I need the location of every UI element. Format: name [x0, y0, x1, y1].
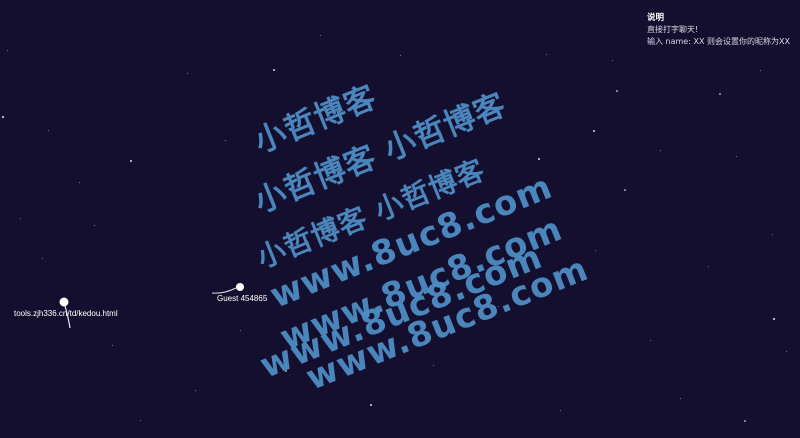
star: [595, 250, 597, 252]
star: [187, 73, 189, 75]
star: [593, 130, 595, 132]
star: [400, 55, 401, 56]
star: [616, 90, 618, 92]
star: [708, 266, 710, 268]
star: [744, 420, 746, 422]
star: [370, 404, 372, 406]
star: [240, 330, 241, 331]
star: [719, 93, 721, 95]
star: [48, 130, 49, 131]
star: [538, 158, 541, 161]
star: [680, 398, 681, 399]
star: [660, 150, 661, 151]
star: [79, 182, 80, 183]
instructions-panel: 说明 直接打字聊天! 输入 name: XX 则会设置你的昵称为XX: [647, 12, 790, 48]
star: [195, 390, 196, 391]
star: [736, 156, 738, 158]
star: [7, 50, 9, 52]
player-name-label: tools.zjh336.cn/td/kedou.html: [14, 309, 118, 318]
instructions-title: 说明: [647, 13, 665, 23]
player-name-label: Guest 454865: [217, 294, 268, 303]
star: [320, 35, 321, 36]
tadpole-head: [236, 283, 244, 291]
star: [772, 234, 774, 236]
tadpole-head: [59, 297, 69, 307]
star: [130, 160, 132, 162]
star: [624, 189, 626, 191]
star: [560, 410, 562, 412]
star: [2, 116, 4, 118]
star: [140, 420, 142, 422]
star: [760, 70, 761, 71]
game-canvas[interactable]: 小哲博客 小哲博客 小哲博客 小哲博客 小哲博客 www.8uc8.com ww…: [0, 0, 800, 438]
instructions-line: 直接打字聊天!: [647, 25, 699, 34]
star: [612, 60, 613, 61]
star: [546, 54, 547, 55]
star: [650, 340, 652, 342]
star: [94, 225, 95, 226]
tadpole-tail: [211, 287, 237, 294]
star: [273, 69, 276, 72]
star: [225, 140, 226, 141]
instructions-line: 输入 name: XX 则会设置你的昵称为XX: [647, 37, 790, 46]
star: [112, 345, 114, 347]
star: [433, 365, 434, 366]
star: [773, 318, 775, 320]
star: [786, 351, 788, 353]
star: [20, 218, 21, 219]
star: [42, 258, 44, 260]
